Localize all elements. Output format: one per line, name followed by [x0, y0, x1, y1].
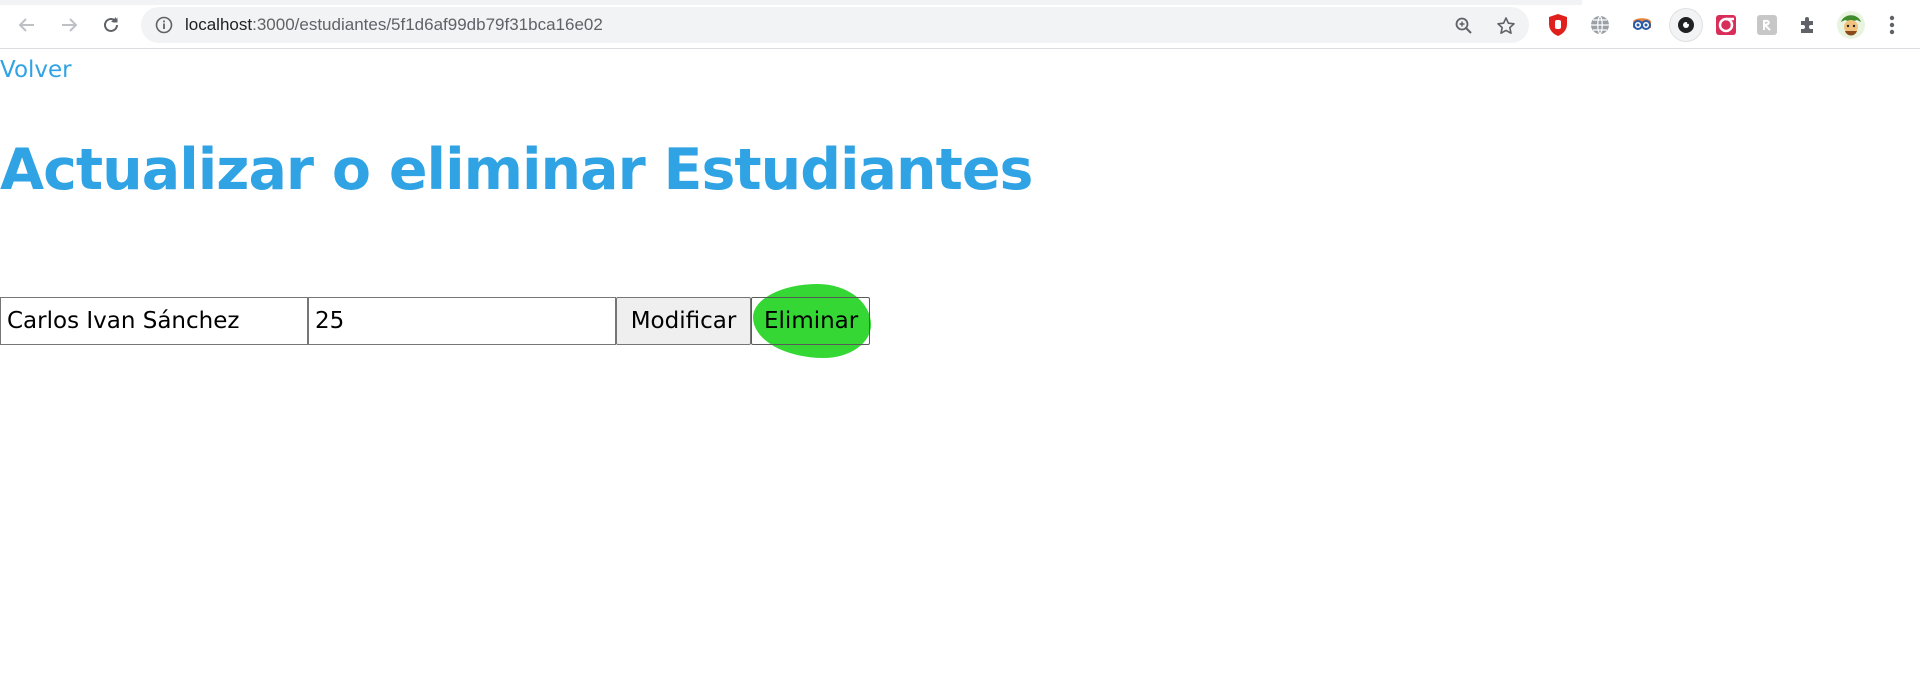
globe-icon[interactable] [1587, 12, 1613, 38]
info-icon[interactable] [155, 16, 173, 34]
avatar-icon[interactable] [1836, 10, 1866, 40]
modify-button[interactable]: Modificar [616, 297, 751, 345]
star-icon[interactable] [1494, 14, 1518, 38]
age-input[interactable] [308, 297, 616, 345]
menu-dots-icon[interactable] [1879, 12, 1905, 38]
ublock-icon[interactable] [1545, 12, 1571, 38]
zoom-icon[interactable] [1452, 14, 1476, 38]
back-arrow-icon[interactable] [12, 13, 42, 37]
puzzle-icon[interactable] [1795, 12, 1821, 38]
url-path: :3000/estudiantes/5f1d6af99db79f31bca16e… [252, 15, 603, 34]
tab-strip-edge [0, 0, 1582, 5]
browser-toolbar: localhost:3000/estudiantes/5f1d6af99db79… [0, 0, 1920, 49]
url-host: localhost [185, 15, 253, 34]
address-bar[interactable]: localhost:3000/estudiantes/5f1d6af99db79… [141, 7, 1529, 43]
name-input[interactable] [0, 297, 308, 345]
camera-icon[interactable] [1670, 9, 1702, 41]
script-icon[interactable] [1754, 12, 1780, 38]
delete-button[interactable]: Eliminar [751, 297, 870, 345]
reload-icon[interactable] [96, 13, 126, 37]
page-title: Actualizar o eliminar Estudiantes [0, 137, 1033, 203]
back-link[interactable]: Volver [0, 55, 72, 85]
goggles-icon[interactable] [1629, 12, 1655, 38]
forward-arrow-icon[interactable] [54, 13, 84, 37]
redirect-icon[interactable] [1713, 12, 1739, 38]
url-text[interactable]: localhost:3000/estudiantes/5f1d6af99db79… [185, 7, 603, 43]
